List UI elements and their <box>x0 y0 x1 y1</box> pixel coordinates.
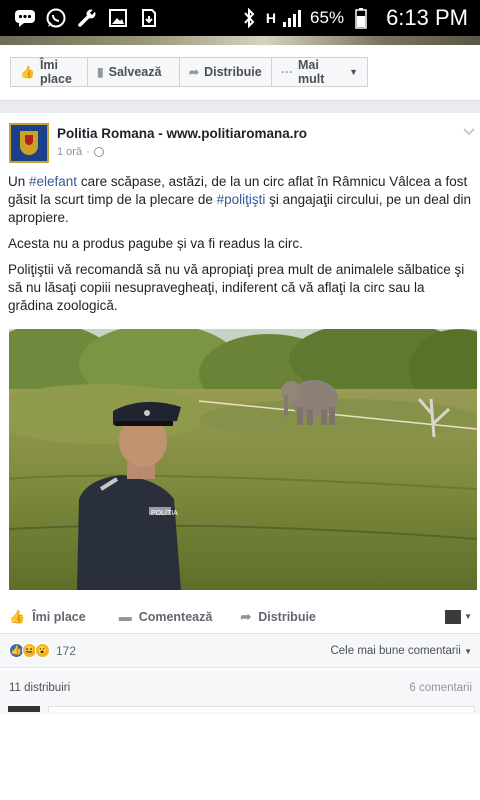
post-paragraph-3: Poliţiştii vă recomandă să nu vă apropia… <box>8 262 465 313</box>
bookmark-icon: ▮ <box>97 65 104 79</box>
share-button[interactable]: ➦ Distribuie <box>240 609 316 625</box>
page-avatar-icon <box>445 609 462 624</box>
meta-separator: · <box>86 146 90 158</box>
uniform-badge-text: POLITIA <box>151 510 178 517</box>
share-arrow-icon: ➦ <box>240 608 252 624</box>
like-button[interactable]: 👍 Îmi place <box>9 609 86 625</box>
image-icon <box>107 7 129 29</box>
elephant-policeman-photo: POLITIA <box>9 329 477 590</box>
previous-post-actions: 👍 Îmi place ▮ Salvează ➦ Distribuie ··· … <box>10 57 382 87</box>
like-label: Îmi place <box>32 609 86 624</box>
police-logo-avatar[interactable] <box>9 123 49 163</box>
previous-post-photo-edge <box>0 36 480 45</box>
globe-icon <box>93 147 104 157</box>
caret-down-icon: ▼ <box>464 646 472 656</box>
like-label: Îmi place <box>39 58 72 86</box>
post-header: Politia Romana - www.politiaromana.ro 1 … <box>0 113 480 168</box>
share-label: Distribuie <box>258 609 316 624</box>
post-paragraph-1: Un #elefant care scăpase, astăzi, de la … <box>8 173 473 227</box>
share-count[interactable]: 11 distribuiri <box>9 682 70 694</box>
hashtag-politisti[interactable]: #poliţişti <box>217 192 266 207</box>
reaction-count: 172 <box>56 643 77 658</box>
whatsapp-icon <box>45 7 67 29</box>
text-span: Un <box>8 174 30 189</box>
thumbs-up-icon: 👍 <box>9 608 26 624</box>
post-actions: 👍 Îmi place ▬ Comentează ➦ Distribuie ▼ <box>0 600 480 634</box>
save-label: Salvează <box>108 65 162 79</box>
comment-icon: ▬ <box>118 609 132 624</box>
share-button[interactable]: ➦ Distribuie <box>180 57 272 87</box>
reaction-icons: 👍 😆 😮 <box>9 643 50 658</box>
wow-reaction-icon: 😮 <box>35 643 50 658</box>
coat-of-arms-icon <box>20 131 38 155</box>
post-author[interactable]: Politia Romana - www.politiaromana.ro <box>57 126 307 141</box>
download-icon <box>138 7 160 29</box>
comment-input[interactable] <box>48 706 475 712</box>
comment-count[interactable]: 6 comentarii <box>409 682 472 694</box>
comment-sort-label: Cele mai bune comentarii <box>330 644 461 657</box>
chevron-down-icon[interactable] <box>463 125 475 139</box>
reactions-row[interactable]: 👍 😆 😮 172 Cele mai bune comentarii ▼ <box>0 634 480 668</box>
post-paragraph-2: Acesta nu a produs pagube și va fi readu… <box>8 236 303 251</box>
page-selector[interactable]: ▼ <box>445 609 472 624</box>
comment-label: Comentează <box>138 609 213 624</box>
share-arrow-icon: ➦ <box>189 65 200 79</box>
wrench-icon <box>76 7 98 29</box>
clock: 6:13 PM <box>386 5 468 30</box>
post-meta: 1 oră · <box>57 146 104 158</box>
post-body: Un #elefant care scăpase, astăzi, de la … <box>8 173 473 323</box>
stats-row: 11 distribuiri 6 comentarii <box>0 670 480 706</box>
feed-separator <box>0 100 480 113</box>
comment-button[interactable]: ▬ Comentează <box>119 609 213 624</box>
post-time[interactable]: 1 oră <box>57 146 82 158</box>
caret-down-icon: ▼ <box>464 612 472 621</box>
more-button[interactable]: ··· Mai mult ▼ <box>272 57 368 87</box>
post-photo[interactable]: POLITIA <box>9 329 477 590</box>
hashtag-elefant[interactable]: #elefant <box>29 174 77 189</box>
network-type: H <box>265 10 277 26</box>
more-label: Mai mult <box>298 58 325 86</box>
like-button[interactable]: 👍 Îmi place <box>10 57 88 87</box>
battery-percent: 65% <box>310 8 345 27</box>
caret-down-icon: ▼ <box>349 67 358 77</box>
commenter-avatar <box>8 706 40 712</box>
chat-bubble-icon <box>14 7 36 29</box>
save-button[interactable]: ▮ Salvează <box>88 57 180 87</box>
battery-icon <box>350 7 372 29</box>
signal-icon <box>282 7 304 29</box>
thumbs-up-icon: 👍 <box>20 65 35 79</box>
share-label: Distribuie <box>204 65 262 79</box>
comment-sort-dropdown[interactable]: Cele mai bune comentarii ▼ <box>330 645 472 657</box>
bluetooth-icon <box>238 7 260 29</box>
more-dots-icon: ··· <box>281 65 293 79</box>
status-bar: H 65% 6:13 PM <box>0 0 480 36</box>
